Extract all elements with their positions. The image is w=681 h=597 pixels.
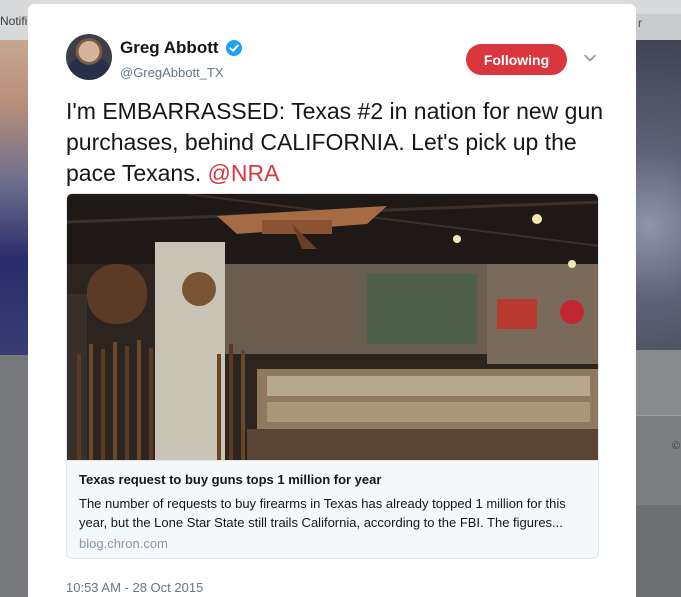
card-image: [67, 194, 598, 460]
author-handle[interactable]: @GregAbbott_TX: [120, 65, 224, 80]
background-topbar-right: r: [636, 14, 681, 40]
mention-link[interactable]: @NRA: [208, 160, 280, 186]
card-domain: blog.chron.com: [79, 536, 168, 551]
background-notifications-tab: Notifi: [0, 14, 28, 28]
background-right-band: [636, 350, 681, 415]
tweet-timestamp[interactable]: 10:53 AM - 28 Oct 2015: [66, 580, 203, 595]
author-name[interactable]: Greg Abbott: [120, 38, 219, 58]
background-copyright-symbol: ©: [672, 440, 681, 452]
card-body: Texas request to buy guns tops 1 million…: [67, 460, 598, 558]
background-right-photo: [636, 40, 681, 350]
chevron-down-icon[interactable]: [583, 51, 597, 65]
background-topbar-right-text: r: [638, 16, 642, 30]
link-card[interactable]: Texas request to buy guns tops 1 million…: [66, 193, 599, 559]
tweet-text: I'm EMBARRASSED: Texas #2 in nation for …: [66, 96, 626, 189]
avatar[interactable]: [66, 34, 112, 80]
tweet-text-body: I'm EMBARRASSED: Texas #2 in nation for …: [66, 98, 604, 186]
background-left-photo: [0, 40, 28, 355]
following-button[interactable]: Following: [466, 44, 567, 75]
verified-badge-icon: [226, 40, 242, 56]
card-title[interactable]: Texas request to buy guns tops 1 million…: [79, 472, 381, 487]
tweet-modal: Greg Abbott @GregAbbott_TX Following I'm…: [28, 4, 636, 597]
background-left-panel: [0, 355, 28, 597]
card-description: The number of requests to buy firearms i…: [79, 496, 566, 530]
background-right-card: ©: [636, 415, 681, 505]
